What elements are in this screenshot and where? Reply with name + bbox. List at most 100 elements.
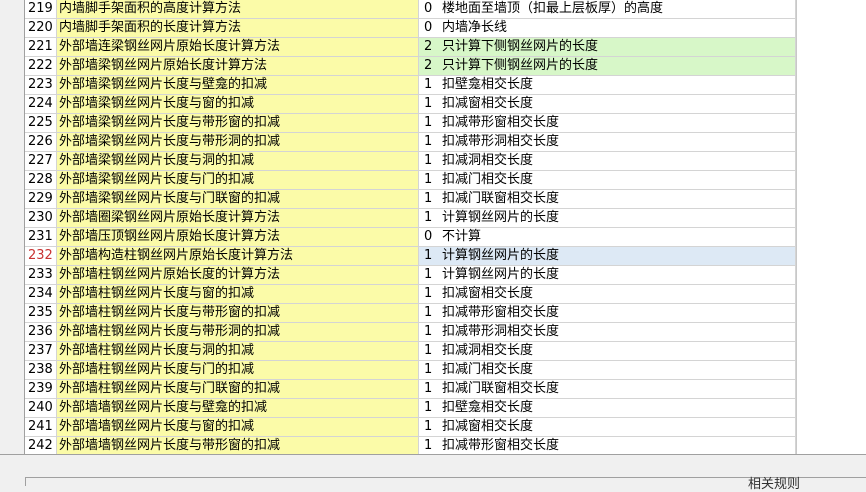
rule-value-cell[interactable]: 1 扣减带形洞相交长度 [419, 133, 796, 152]
table-row[interactable]: 235 外部墙柱钢丝网片长度与带形窗的扣减 1 扣减带形窗相交长度 [25, 304, 796, 323]
rule-value-cell[interactable]: 0 楼地面至墙顶（扣最上层板厚）的高度 [419, 0, 796, 19]
rule-name-cell[interactable]: 外部墙连梁钢丝网片原始长度计算方法 [57, 38, 419, 57]
option-text: 扣减门相交长度 [442, 362, 534, 377]
rule-value-cell[interactable]: 1 扣减带形窗相交长度 [419, 437, 796, 454]
related-rules-label[interactable]: 相关规则 [748, 473, 800, 492]
table-row[interactable]: 238 外部墙柱钢丝网片长度与门的扣减 1 扣减门相交长度 [25, 361, 796, 380]
table-row[interactable]: 233 外部墙柱钢丝网片原始长度的计算方法 1 计算钢丝网片的长度 [25, 266, 796, 285]
option-text: 扣减带形窗相交长度 [442, 438, 560, 453]
rule-value-cell[interactable]: 1 扣减窗相交长度 [419, 95, 796, 114]
rule-value-cell[interactable]: 0 不计算 [419, 228, 796, 247]
rule-name-cell[interactable]: 外部墙柱钢丝网片原始长度的计算方法 [57, 266, 419, 285]
option-text: 只计算下侧钢丝网片的长度 [442, 58, 599, 73]
table-row[interactable]: 236 外部墙柱钢丝网片长度与带形洞的扣减 1 扣减带形洞相交长度 [25, 323, 796, 342]
table-row[interactable]: 229 外部墙梁钢丝网片长度与门联窗的扣减 1 扣减门联窗相交长度 [25, 190, 796, 209]
row-number: 229 [25, 190, 57, 209]
rule-value-cell[interactable]: 1 扣壁龛相交长度 [419, 76, 796, 95]
row-number: 222 [25, 57, 57, 76]
table-row[interactable]: 228 外部墙梁钢丝网片长度与门的扣减 1 扣减门相交长度 [25, 171, 796, 190]
rule-value-cell[interactable]: 1 扣减洞相交长度 [419, 152, 796, 171]
rule-name-cell[interactable]: 外部墙梁钢丝网片长度与门联窗的扣减 [57, 190, 419, 209]
option-code: 1 [424, 419, 433, 434]
row-number: 228 [25, 171, 57, 190]
rule-value-cell[interactable]: 1 扣减窗相交长度 [419, 418, 796, 437]
rule-name-cell[interactable]: 外部墙压顶钢丝网片原始长度计算方法 [57, 228, 419, 247]
table-row[interactable]: 240 外部墙墙钢丝网片长度与壁龛的扣减 1 扣壁龛相交长度 [25, 399, 796, 418]
rule-name-cell[interactable]: 外部墙墙钢丝网片长度与壁龛的扣减 [57, 399, 419, 418]
option-text: 扣减窗相交长度 [442, 419, 534, 434]
option-text: 扣壁龛相交长度 [442, 77, 534, 92]
table-row[interactable]: 242 外部墙墙钢丝网片长度与带形窗的扣减 1 扣减带形窗相交长度 [25, 437, 796, 454]
rule-value-cell[interactable]: 1 扣减洞相交长度 [419, 342, 796, 361]
option-text: 计算钢丝网片的长度 [442, 248, 560, 263]
rule-value-cell[interactable]: 1 扣减带形窗相交长度 [419, 304, 796, 323]
rule-value-cell[interactable]: 1 扣减门相交长度 [419, 361, 796, 380]
rule-name-cell[interactable]: 外部墙梁钢丝网片长度与壁龛的扣减 [57, 76, 419, 95]
option-text: 扣壁龛相交长度 [442, 400, 534, 415]
table-row[interactable]: 219 内墙脚手架面积的高度计算方法 0 楼地面至墙顶（扣最上层板厚）的高度 [25, 0, 796, 19]
rule-value-cell[interactable]: 1 计算钢丝网片的长度 [419, 247, 796, 266]
option-code: 1 [424, 381, 433, 396]
rule-name-cell[interactable]: 外部墙梁钢丝网片长度与带形洞的扣减 [57, 133, 419, 152]
option-text: 扣减带形窗相交长度 [442, 115, 560, 130]
rule-value-cell[interactable]: 1 扣壁龛相交长度 [419, 399, 796, 418]
table-row[interactable]: 230 外部墙圈梁钢丝网片原始长度计算方法 1 计算钢丝网片的长度 [25, 209, 796, 228]
rule-name-cell[interactable]: 外部墙梁钢丝网片长度与带形窗的扣减 [57, 114, 419, 133]
row-number: 240 [25, 399, 57, 418]
table-row[interactable]: 231 外部墙压顶钢丝网片原始长度计算方法 0 不计算 [25, 228, 796, 247]
row-number: 239 [25, 380, 57, 399]
table-row[interactable]: 227 外部墙梁钢丝网片长度与洞的扣减 1 扣减洞相交长度 [25, 152, 796, 171]
rule-name-cell[interactable]: 外部墙柱钢丝网片长度与洞的扣减 [57, 342, 419, 361]
rule-value-cell[interactable]: 1 扣减带形窗相交长度 [419, 114, 796, 133]
rule-name-cell[interactable]: 外部墙构造柱钢丝网片原始长度计算方法 [57, 247, 419, 266]
table-row[interactable]: 241 外部墙墙钢丝网片长度与窗的扣减 1 扣减窗相交长度 [25, 418, 796, 437]
table-row[interactable]: 220 内墙脚手架面积的长度计算方法 0 内墙净长线 [25, 19, 796, 38]
grid-empty-area [797, 0, 866, 454]
rule-value-cell[interactable]: 1 扣减窗相交长度 [419, 285, 796, 304]
rule-name-cell[interactable]: 内墙脚手架面积的长度计算方法 [57, 19, 419, 38]
option-text: 扣减洞相交长度 [442, 153, 534, 168]
rule-value-cell[interactable]: 1 计算钢丝网片的长度 [419, 266, 796, 285]
option-code: 2 [424, 58, 433, 73]
rule-name-cell[interactable]: 外部墙柱钢丝网片长度与带形洞的扣减 [57, 323, 419, 342]
rule-name-cell[interactable]: 内墙脚手架面积的高度计算方法 [57, 0, 419, 19]
rule-name-cell[interactable]: 外部墙梁钢丝网片长度与门的扣减 [57, 171, 419, 190]
option-text: 扣减窗相交长度 [442, 286, 534, 301]
table-row[interactable]: 232 外部墙构造柱钢丝网片原始长度计算方法 1 计算钢丝网片的长度 [25, 247, 796, 266]
rule-value-cell[interactable]: 0 内墙净长线 [419, 19, 796, 38]
rule-name-cell[interactable]: 外部墙梁钢丝网片长度与窗的扣减 [57, 95, 419, 114]
rule-name-cell[interactable]: 外部墙柱钢丝网片长度与窗的扣减 [57, 285, 419, 304]
rule-name-cell[interactable]: 外部墙墙钢丝网片长度与窗的扣减 [57, 418, 419, 437]
rule-value-cell[interactable]: 1 扣减带形洞相交长度 [419, 323, 796, 342]
rule-name-cell[interactable]: 外部墙梁钢丝网片长度与洞的扣减 [57, 152, 419, 171]
table-row[interactable]: 222 外部墙梁钢丝网片原始长度计算方法 2 只计算下侧钢丝网片的长度 [25, 57, 796, 76]
rule-name-cell[interactable]: 外部墙柱钢丝网片长度与门的扣减 [57, 361, 419, 380]
rule-value-cell[interactable]: 2 只计算下侧钢丝网片的长度 [419, 38, 796, 57]
option-code: 0 [424, 1, 433, 16]
table-row[interactable]: 226 外部墙梁钢丝网片长度与带形洞的扣减 1 扣减带形洞相交长度 [25, 133, 796, 152]
row-number: 231 [25, 228, 57, 247]
row-number: 221 [25, 38, 57, 57]
rule-name-cell[interactable]: 外部墙柱钢丝网片长度与带形窗的扣减 [57, 304, 419, 323]
option-text: 扣减带形洞相交长度 [442, 324, 560, 339]
option-text: 不计算 [442, 229, 482, 244]
rule-name-cell[interactable]: 外部墙梁钢丝网片原始长度计算方法 [57, 57, 419, 76]
option-code: 2 [424, 39, 433, 54]
rule-value-cell[interactable]: 1 扣减门相交长度 [419, 171, 796, 190]
row-number: 223 [25, 76, 57, 95]
table-row[interactable]: 239 外部墙柱钢丝网片长度与门联窗的扣减 1 扣减门联窗相交长度 [25, 380, 796, 399]
rule-name-cell[interactable]: 外部墙圈梁钢丝网片原始长度计算方法 [57, 209, 419, 228]
rule-value-cell[interactable]: 2 只计算下侧钢丝网片的长度 [419, 57, 796, 76]
table-row[interactable]: 221 外部墙连梁钢丝网片原始长度计算方法 2 只计算下侧钢丝网片的长度 [25, 38, 796, 57]
table-row[interactable]: 224 外部墙梁钢丝网片长度与窗的扣减 1 扣减窗相交长度 [25, 95, 796, 114]
row-number: 232 [25, 247, 57, 266]
rule-name-cell[interactable]: 外部墙墙钢丝网片长度与带形窗的扣减 [57, 437, 419, 454]
rule-value-cell[interactable]: 1 扣减门联窗相交长度 [419, 190, 796, 209]
table-row[interactable]: 223 外部墙梁钢丝网片长度与壁龛的扣减 1 扣壁龛相交长度 [25, 76, 796, 95]
table-row[interactable]: 225 外部墙梁钢丝网片长度与带形窗的扣减 1 扣减带形窗相交长度 [25, 114, 796, 133]
table-row[interactable]: 237 外部墙柱钢丝网片长度与洞的扣减 1 扣减洞相交长度 [25, 342, 796, 361]
rule-value-cell[interactable]: 1 计算钢丝网片的长度 [419, 209, 796, 228]
rule-value-cell[interactable]: 1 扣减门联窗相交长度 [419, 380, 796, 399]
rule-name-cell[interactable]: 外部墙柱钢丝网片长度与门联窗的扣减 [57, 380, 419, 399]
table-row[interactable]: 234 外部墙柱钢丝网片长度与窗的扣减 1 扣减窗相交长度 [25, 285, 796, 304]
